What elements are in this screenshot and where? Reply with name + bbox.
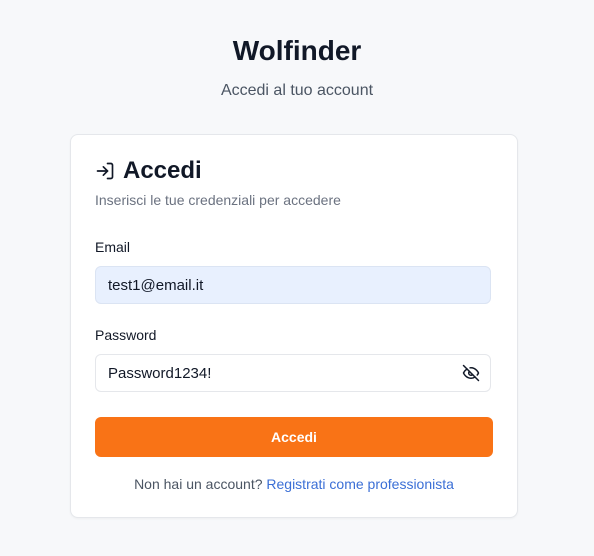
eye-off-icon[interactable] — [462, 364, 480, 382]
card-description: Inserisci le tue credenziali per acceder… — [95, 192, 341, 208]
register-professional-link[interactable]: Registrati come professionista — [266, 476, 454, 492]
email-label: Email — [95, 239, 131, 255]
register-prompt: Non hai un account? Registrati come prof… — [71, 475, 517, 493]
email-field[interactable]: test1@email.it — [95, 266, 491, 304]
card-title: Accedi — [123, 157, 202, 184]
login-button[interactable]: Accedi — [95, 417, 493, 457]
password-label: Password — [95, 327, 157, 343]
register-prompt-text: Non hai un account? — [134, 476, 263, 492]
password-field-value: Password1234! — [108, 365, 212, 382]
app-title: Wolfinder — [232, 35, 362, 66]
log-in-icon — [95, 161, 115, 181]
card-header: Accedi — [95, 156, 202, 186]
app-subtitle: Accedi al tuo account — [220, 82, 374, 99]
password-field[interactable]: Password1234! — [95, 354, 491, 392]
email-field-value: test1@email.it — [108, 277, 204, 294]
login-card: Accedi Inserisci le tue credenziali per … — [70, 134, 518, 518]
